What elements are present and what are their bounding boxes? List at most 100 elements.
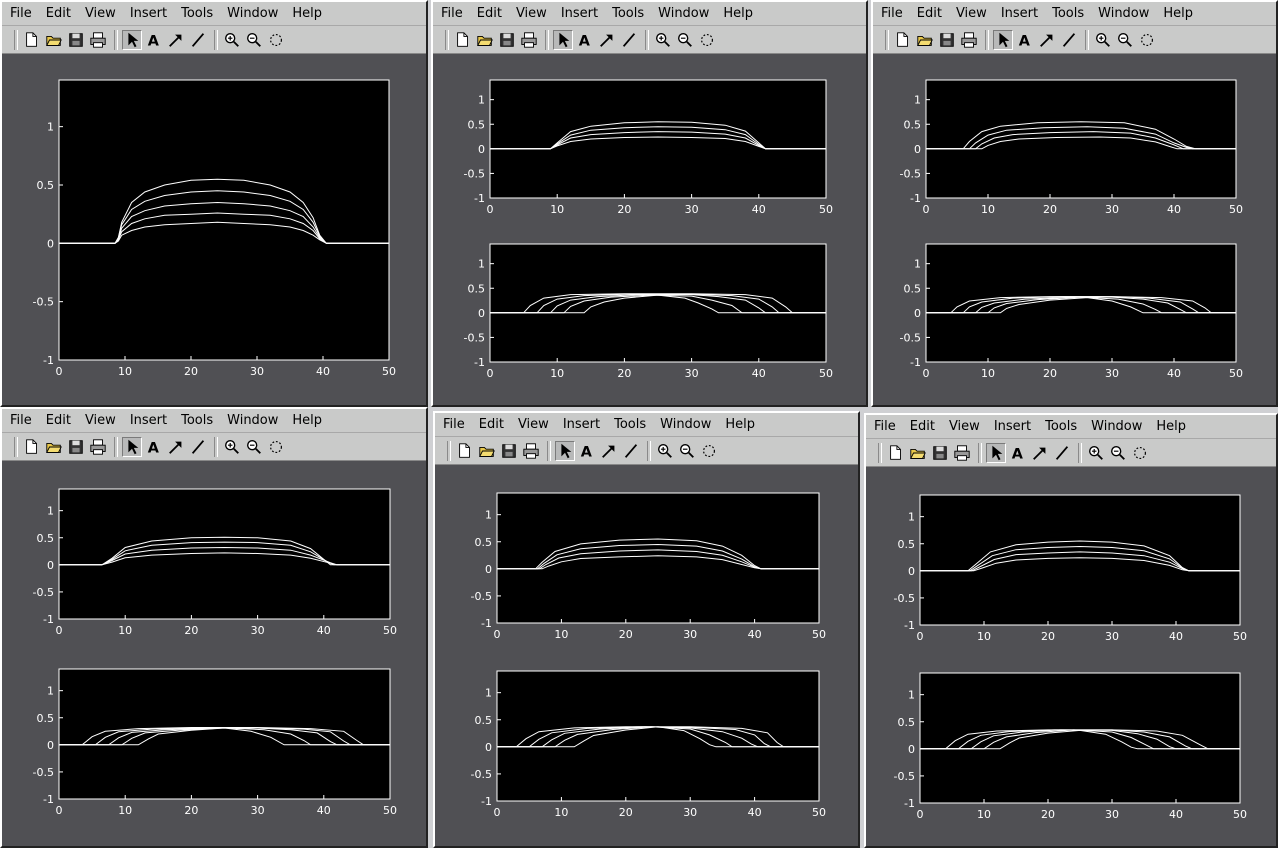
edit-pointer-icon[interactable]: [553, 29, 573, 50]
menu-item-insert[interactable]: Insert: [1001, 6, 1038, 21]
open-folder-icon[interactable]: [915, 30, 935, 50]
menu-item-file[interactable]: File: [443, 417, 465, 432]
rotate-3d-icon[interactable]: [266, 30, 286, 50]
menu-item-view[interactable]: View: [949, 419, 980, 434]
menu-item-window[interactable]: Window: [227, 413, 278, 428]
menu-item-file[interactable]: File: [10, 413, 32, 428]
axes-1[interactable]: 0 10 20 30 40 50 -1 -0.5 0 0.5 1: [471, 492, 826, 641]
insert-arrow-icon[interactable]: [1037, 30, 1057, 50]
open-folder-icon[interactable]: [44, 30, 64, 50]
edit-pointer-icon[interactable]: [993, 29, 1013, 50]
menu-item-tools[interactable]: Tools: [181, 413, 213, 428]
menu-item-window[interactable]: Window: [1091, 419, 1142, 434]
axes-1[interactable]: 0 10 20 30 40 50 -1 -0.5 0 0.5 1: [464, 79, 833, 216]
zoom-out-icon[interactable]: [244, 30, 264, 50]
insert-text-icon[interactable]: A: [577, 441, 597, 461]
new-file-icon[interactable]: [893, 30, 913, 50]
insert-arrow-icon[interactable]: [599, 441, 619, 461]
menu-item-edit[interactable]: Edit: [46, 413, 71, 428]
zoom-out-icon[interactable]: [1108, 443, 1128, 463]
insert-arrow-icon[interactable]: [166, 30, 186, 50]
save-icon[interactable]: [66, 30, 86, 50]
axes-1[interactable]: 0 10 20 30 40 50 -1 -0.5 0 0.5 1: [894, 494, 1247, 643]
print-icon[interactable]: [959, 30, 979, 50]
insert-arrow-icon[interactable]: [166, 437, 186, 457]
zoom-in-icon[interactable]: [222, 30, 242, 50]
insert-line-icon[interactable]: [188, 30, 208, 50]
print-icon[interactable]: [952, 443, 972, 463]
zoom-in-icon[interactable]: [1086, 443, 1106, 463]
insert-line-icon[interactable]: [188, 437, 208, 457]
insert-line-icon[interactable]: [1059, 30, 1079, 50]
axes-2[interactable]: 0 10 20 30 40 50 -1 -0.5 0 0.5 1: [894, 672, 1247, 821]
menu-item-tools[interactable]: Tools: [612, 6, 644, 21]
insert-text-icon[interactable]: A: [144, 437, 164, 457]
insert-text-icon[interactable]: A: [575, 30, 595, 50]
menu-item-file[interactable]: File: [874, 419, 896, 434]
menu-item-file[interactable]: File: [10, 6, 32, 21]
new-file-icon[interactable]: [455, 441, 475, 461]
open-folder-icon[interactable]: [908, 443, 928, 463]
rotate-3d-icon[interactable]: [699, 441, 719, 461]
save-icon[interactable]: [930, 443, 950, 463]
menu-item-insert[interactable]: Insert: [130, 6, 167, 21]
menu-item-view[interactable]: View: [85, 413, 116, 428]
zoom-out-icon[interactable]: [677, 441, 697, 461]
rotate-3d-icon[interactable]: [1130, 443, 1150, 463]
save-icon[interactable]: [937, 30, 957, 50]
menu-item-tools[interactable]: Tools: [614, 417, 646, 432]
menu-item-help[interactable]: Help: [292, 413, 322, 428]
zoom-in-icon[interactable]: [655, 441, 675, 461]
menu-item-help[interactable]: Help: [723, 6, 753, 21]
axes-1[interactable]: 0 10 20 30 40 50 -1 -0.5 0 0.5 1: [33, 79, 396, 378]
menu-item-file[interactable]: File: [441, 6, 463, 21]
open-folder-icon[interactable]: [44, 437, 64, 457]
menu-item-help[interactable]: Help: [1163, 6, 1193, 21]
menu-item-view[interactable]: View: [85, 6, 116, 21]
print-icon[interactable]: [519, 30, 539, 50]
edit-pointer-icon[interactable]: [122, 29, 142, 50]
menu-item-help[interactable]: Help: [1156, 419, 1186, 434]
menu-item-tools[interactable]: Tools: [181, 6, 213, 21]
insert-line-icon[interactable]: [619, 30, 639, 50]
menu-item-view[interactable]: View: [956, 6, 987, 21]
menu-item-edit[interactable]: Edit: [46, 6, 71, 21]
menu-item-window[interactable]: Window: [1098, 6, 1149, 21]
open-folder-icon[interactable]: [477, 441, 497, 461]
zoom-in-icon[interactable]: [222, 437, 242, 457]
new-file-icon[interactable]: [22, 30, 42, 50]
rotate-3d-icon[interactable]: [1137, 30, 1157, 50]
insert-text-icon[interactable]: A: [144, 30, 164, 50]
menu-item-window[interactable]: Window: [660, 417, 711, 432]
print-icon[interactable]: [521, 441, 541, 461]
menu-item-tools[interactable]: Tools: [1052, 6, 1084, 21]
zoom-out-icon[interactable]: [675, 30, 695, 50]
menu-item-insert[interactable]: Insert: [561, 6, 598, 21]
menu-item-tools[interactable]: Tools: [1045, 419, 1077, 434]
menu-item-view[interactable]: View: [516, 6, 547, 21]
new-file-icon[interactable]: [453, 30, 473, 50]
menu-item-edit[interactable]: Edit: [917, 6, 942, 21]
insert-line-icon[interactable]: [1052, 443, 1072, 463]
edit-pointer-icon[interactable]: [122, 436, 142, 457]
menu-item-edit[interactable]: Edit: [479, 417, 504, 432]
save-icon[interactable]: [499, 441, 519, 461]
rotate-3d-icon[interactable]: [266, 437, 286, 457]
menu-item-insert[interactable]: Insert: [130, 413, 167, 428]
insert-text-icon[interactable]: A: [1008, 443, 1028, 463]
insert-text-icon[interactable]: A: [1015, 30, 1035, 50]
menu-item-help[interactable]: Help: [292, 6, 322, 21]
axes-2[interactable]: 0 10 20 30 40 50 -1 -0.5 0 0.5 1: [464, 243, 833, 380]
save-icon[interactable]: [497, 30, 517, 50]
axes-2[interactable]: 0 10 20 30 40 50 -1 -0.5 0 0.5 1: [900, 243, 1243, 380]
menu-item-insert[interactable]: Insert: [994, 419, 1031, 434]
zoom-out-icon[interactable]: [244, 437, 264, 457]
edit-pointer-icon[interactable]: [555, 440, 575, 461]
print-icon[interactable]: [88, 30, 108, 50]
menu-item-edit[interactable]: Edit: [910, 419, 935, 434]
menu-item-file[interactable]: File: [881, 6, 903, 21]
rotate-3d-icon[interactable]: [697, 30, 717, 50]
insert-arrow-icon[interactable]: [597, 30, 617, 50]
axes-1[interactable]: 0 10 20 30 40 50 -1 -0.5 0 0.5 1: [900, 79, 1243, 216]
menu-item-help[interactable]: Help: [725, 417, 755, 432]
